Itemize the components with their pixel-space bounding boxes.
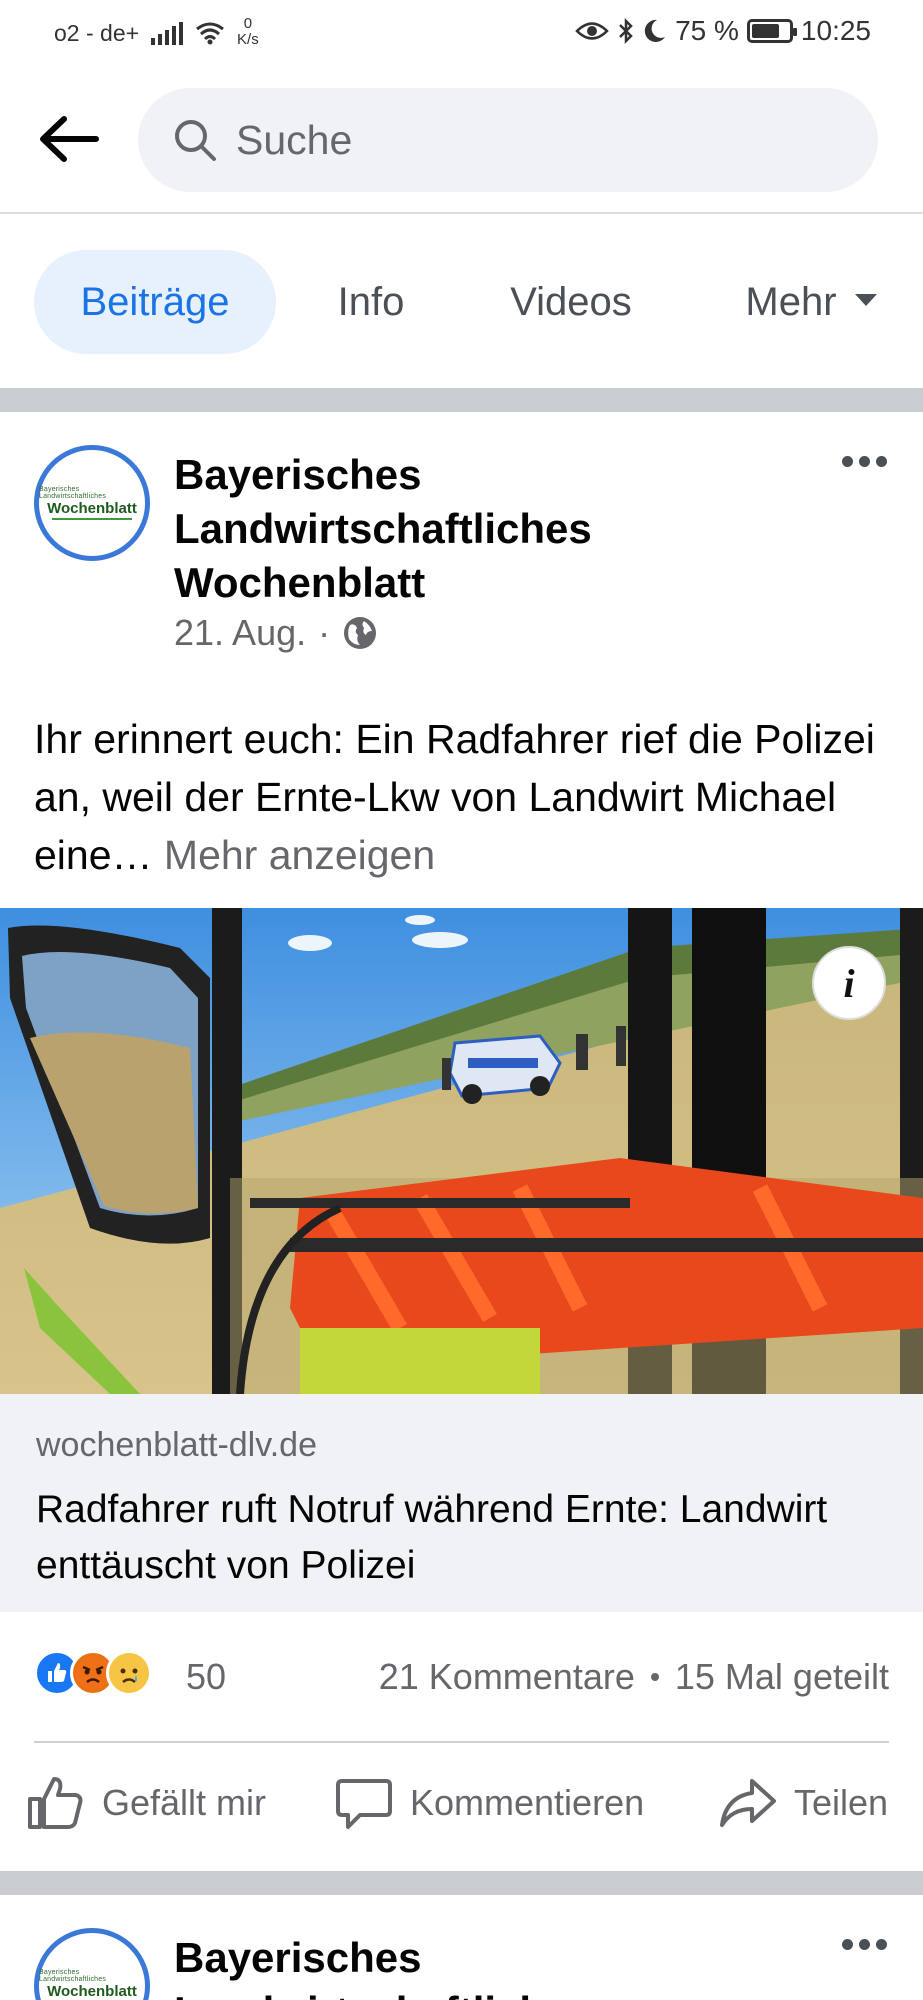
link-title: Radfahrer ruft Notruf während Ernte: Lan… [36, 1488, 828, 1587]
share-button[interactable]: Teilen [718, 1775, 888, 1831]
more-options-button[interactable] [842, 456, 887, 467]
comment-button[interactable]: Kommentieren [334, 1775, 644, 1831]
post-text: Ihr erinnert euch: Ein Radfahrer rief di… [34, 710, 894, 884]
dot [859, 1939, 870, 1950]
avatar-brand: Wochenblatt [47, 500, 137, 517]
post-meta: 21. Aug. · [174, 612, 378, 654]
avatar-small-text: Bayerisches Landwirtschaftliches [39, 486, 107, 500]
speed-value: 0 [243, 15, 253, 32]
page-name[interactable]: Bayerisches Landwirtschaftliches Wochenb… [174, 448, 734, 610]
moon-icon [644, 19, 666, 42]
clock: 10:25 [800, 15, 871, 46]
battery-fill [751, 24, 779, 38]
chevron-down-icon [854, 294, 877, 306]
section-divider [0, 1871, 923, 1895]
battery-icon [746, 19, 797, 43]
search-input[interactable] [236, 116, 836, 164]
carrier-name: o2 - de+ [54, 19, 140, 46]
search-icon [175, 120, 216, 161]
link-preview-card[interactable]: wochenblatt-dlv.de Radfahrer ruft Notruf… [0, 1394, 923, 1612]
info-icon[interactable]: i [812, 946, 886, 1020]
globe-icon [344, 617, 377, 649]
share-label: Teilen [794, 1782, 889, 1823]
harvest-photo [0, 908, 923, 1394]
meta-separator: · [318, 612, 331, 653]
thumbs-up-icon [28, 1777, 83, 1829]
status-bar: o2 - de+ 0 K/s 75 % 10:25 [0, 0, 923, 66]
dot [842, 456, 853, 467]
avatar-underline [52, 518, 132, 520]
page-avatar[interactable]: Bayerisches Landwirtschaftliches Wochenb… [34, 1928, 150, 2000]
reactions-bar: 50 21 Kommentare 15 Mal geteilt [0, 1612, 923, 1742]
dot [842, 1939, 853, 1950]
section-divider [0, 388, 923, 412]
share-icon [720, 1779, 776, 1827]
dot [859, 456, 870, 467]
post-date[interactable]: 21. Aug. [174, 612, 306, 654]
like-label: Gefällt mir [102, 1782, 267, 1823]
reaction-icons[interactable] [34, 1650, 152, 1696]
page-name[interactable]: Bayerisches Landwirtschaftliches [174, 1931, 734, 2000]
search-bar[interactable] [138, 88, 878, 192]
tab-videos[interactable]: Videos [490, 250, 652, 354]
link-domain: wochenblatt-dlv.de [36, 1426, 317, 1464]
comment-label: Kommentieren [410, 1782, 645, 1823]
page-tabs: Beiträge Info Videos Mehr [0, 216, 923, 388]
more-options-button[interactable] [842, 1939, 887, 1950]
search-header [0, 66, 923, 214]
tab-mehr[interactable]: Mehr [722, 250, 900, 354]
speed-unit: K/s [237, 31, 259, 48]
sad-reaction-icon [106, 1650, 152, 1696]
page-avatar[interactable]: Bayerisches Landwirtschaftliches Wochenb… [34, 445, 150, 561]
like-button[interactable]: Gefällt mir [26, 1775, 266, 1831]
see-more-link[interactable]: Mehr anzeigen [164, 832, 435, 878]
battery-percent: 75 % [675, 15, 739, 46]
actions-divider [34, 1741, 889, 1743]
eye-icon [575, 22, 609, 40]
signal-icon [151, 21, 184, 45]
engagement-stats: 21 Kommentare 15 Mal geteilt [379, 1656, 889, 1698]
comment-count[interactable]: 21 Kommentare [379, 1656, 635, 1698]
tab-beitraege[interactable]: Beiträge [34, 250, 276, 354]
back-arrow-icon [40, 116, 99, 162]
bluetooth-icon [619, 17, 633, 45]
post-body: Ihr erinnert euch: Ein Radfahrer rief di… [34, 716, 875, 878]
status-left: o2 - de+ 0 K/s [54, 16, 259, 48]
tab-mehr-label: Mehr [745, 279, 837, 324]
dot [876, 456, 887, 467]
next-post: Bayerisches Landwirtschaftliches Wochenb… [0, 1895, 923, 2000]
back-button[interactable] [36, 106, 102, 172]
comment-icon [336, 1779, 392, 1829]
share-count[interactable]: 15 Mal geteilt [675, 1656, 889, 1698]
avatar-brand: Wochenblatt [47, 1983, 137, 2000]
post-image[interactable]: i [0, 908, 923, 1394]
post-actions: Gefällt mir Kommentieren Teilen [0, 1745, 923, 1871]
avatar-small-text: Bayerisches Landwirtschaftliches [39, 1969, 107, 1983]
reaction-count[interactable]: 50 [186, 1656, 226, 1698]
status-right: 75 % 10:25 [575, 15, 871, 47]
stats-separator [650, 1673, 659, 1681]
tab-info[interactable]: Info [314, 250, 428, 354]
dot [876, 1939, 887, 1950]
wifi-icon [196, 22, 224, 45]
network-speed: 0 K/s [237, 16, 259, 48]
